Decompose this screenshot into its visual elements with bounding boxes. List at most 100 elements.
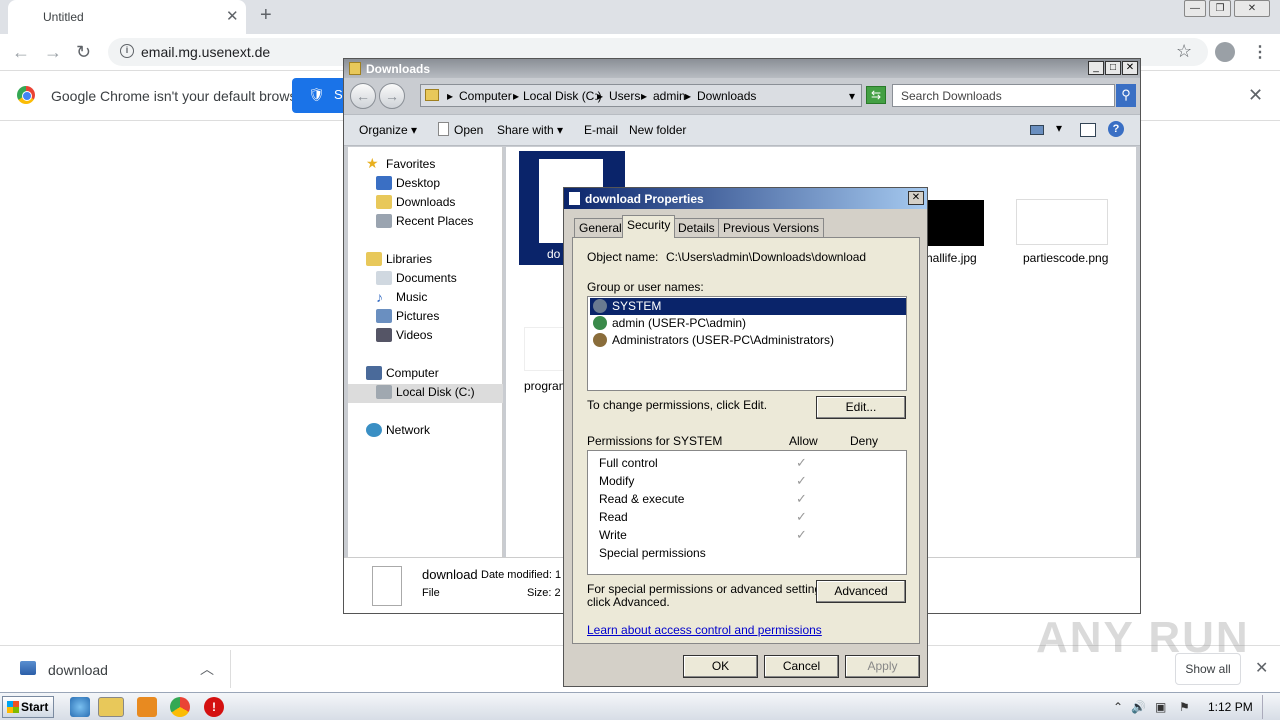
media-player-icon[interactable] xyxy=(137,697,157,717)
clock[interactable]: 1:12 PM xyxy=(1208,700,1253,714)
dialog-title: download Properties xyxy=(585,192,704,206)
breadcrumb-sep-icon[interactable]: ▸ xyxy=(597,89,603,103)
back-icon[interactable]: ← xyxy=(12,42,30,63)
nav-documents[interactable]: Documents xyxy=(396,271,457,285)
learn-more-link[interactable]: Learn about access control and permissio… xyxy=(587,623,822,637)
dialog-titlebar[interactable]: download Properties ✕ xyxy=(564,188,927,209)
bookmark-star-icon[interactable]: ☆ xyxy=(1176,41,1192,62)
profile-avatar-icon[interactable] xyxy=(1215,42,1235,62)
nav-videos[interactable]: Videos xyxy=(396,328,432,342)
explorer-icon[interactable] xyxy=(98,697,124,717)
breadcrumb-sep-icon[interactable]: ▸ xyxy=(513,89,519,103)
list-item[interactable]: Administrators (USER-PC\Administrators) xyxy=(590,332,906,349)
reload-icon[interactable]: ↻ xyxy=(76,42,91,63)
shield-icon: 🛡 xyxy=(308,87,325,102)
network-tray-icon[interactable]: ▣ xyxy=(1155,700,1166,714)
ok-button[interactable]: OK xyxy=(683,655,758,678)
url-text[interactable]: email.mg.usenext.de xyxy=(141,44,270,60)
new-tab-icon[interactable]: + xyxy=(260,4,272,27)
download-item-name[interactable]: download xyxy=(48,662,108,678)
security-app-icon[interactable]: ! xyxy=(204,697,224,717)
close-icon[interactable]: ✕ xyxy=(1122,61,1138,75)
list-item[interactable]: admin (USER-PC\admin) xyxy=(590,315,906,332)
explorer-titlebar[interactable]: Downloads _ □ ✕ xyxy=(344,59,1140,78)
back-icon[interactable]: ← xyxy=(350,83,376,109)
breadcrumb-users[interactable]: Users xyxy=(609,89,640,103)
tab-close-icon[interactable]: ✕ xyxy=(226,7,239,25)
close-window-icon[interactable]: ✕ xyxy=(1234,0,1270,17)
organize-button[interactable]: Organize ▾ xyxy=(359,123,417,137)
search-icon[interactable]: ⚲ xyxy=(1116,84,1136,107)
infobar-close-icon[interactable]: ✕ xyxy=(1248,85,1263,106)
new-folder-button[interactable]: New folder xyxy=(629,123,686,137)
refresh-icon[interactable]: ⇆ xyxy=(866,86,886,104)
close-icon[interactable]: ✕ xyxy=(908,191,924,205)
image-thumbnail[interactable] xyxy=(1016,199,1108,245)
chrome-menu-icon[interactable]: ⋮ xyxy=(1252,42,1268,62)
chrome-icon[interactable] xyxy=(170,697,190,717)
ie-icon[interactable] xyxy=(70,697,90,717)
nav-downloads[interactable]: Downloads xyxy=(396,195,455,209)
nav-favorites[interactable]: Favorites xyxy=(386,157,435,171)
browser-tab[interactable]: Untitled ✕ xyxy=(8,0,246,34)
share-with-button[interactable]: Share with ▾ xyxy=(497,123,563,137)
volume-icon[interactable]: 🔊 xyxy=(1131,700,1146,714)
minimize-icon[interactable]: — xyxy=(1184,0,1206,17)
tab-security[interactable]: Security xyxy=(622,215,676,238)
list-item[interactable]: SYSTEM xyxy=(590,298,906,315)
restore-icon[interactable]: ❐ xyxy=(1209,0,1231,17)
flag-icon[interactable]: ⚑ xyxy=(1179,700,1190,714)
tab-previous-versions[interactable]: Previous Versions xyxy=(718,218,825,237)
infobar-message: Google Chrome isn't your default browser xyxy=(51,88,309,104)
help-icon[interactable]: ? xyxy=(1108,121,1124,137)
nav-music[interactable]: Music xyxy=(396,290,427,304)
address-bar[interactable]: ▸ Computer ▸ Local Disk (C:) ▸ Users ▸ a… xyxy=(420,84,862,107)
tab-general[interactable]: General xyxy=(574,218,627,237)
minimize-icon[interactable]: _ xyxy=(1088,61,1104,75)
apply-button[interactable]: Apply xyxy=(845,655,920,678)
breadcrumb-sep-icon[interactable]: ▸ xyxy=(447,89,453,103)
advanced-button[interactable]: Advanced xyxy=(816,580,906,603)
start-button[interactable]: Start xyxy=(2,696,54,718)
open-button[interactable]: Open xyxy=(454,123,483,137)
breadcrumb-sep-icon[interactable]: ▸ xyxy=(685,89,691,103)
breadcrumb-local-disk[interactable]: Local Disk (C:) xyxy=(523,89,602,103)
cancel-button[interactable]: Cancel xyxy=(764,655,839,678)
breadcrumb-downloads[interactable]: Downloads xyxy=(697,89,756,103)
nav-desktop[interactable]: Desktop xyxy=(396,176,440,190)
users-list[interactable]: SYSTEM admin (USER-PC\admin) Administrat… xyxy=(587,296,907,391)
nav-computer[interactable]: Computer xyxy=(386,366,439,380)
shelf-close-icon[interactable]: ✕ xyxy=(1255,658,1268,678)
breadcrumb-sep-icon[interactable]: ▸ xyxy=(641,89,647,103)
maximize-icon[interactable]: □ xyxy=(1105,61,1121,75)
file-label[interactable]: partiescode.png xyxy=(1023,251,1108,265)
nav-recent-places[interactable]: Recent Places xyxy=(396,214,473,228)
preview-pane-icon[interactable] xyxy=(1080,123,1096,137)
view-icon[interactable] xyxy=(1030,125,1044,135)
show-desktop-button[interactable] xyxy=(1262,695,1278,719)
file-icon[interactable] xyxy=(524,327,564,371)
nav-local-disk[interactable]: Local Disk (C:) xyxy=(396,385,475,399)
special-permissions-text: For special permissions or advanced sett… xyxy=(587,582,831,596)
email-button[interactable]: E-mail xyxy=(584,123,618,137)
edit-button[interactable]: Edit... xyxy=(816,396,906,419)
search-input[interactable]: Search Downloads xyxy=(892,84,1115,107)
breadcrumb-admin[interactable]: admin xyxy=(653,89,686,103)
forward-icon[interactable]: → xyxy=(379,83,405,109)
nav-libraries[interactable]: Libraries xyxy=(386,252,432,266)
breadcrumb-computer[interactable]: Computer xyxy=(459,89,512,103)
forward-icon[interactable]: → xyxy=(44,42,62,63)
file-label[interactable]: program xyxy=(524,379,569,393)
details-file-type: File xyxy=(422,587,440,599)
file-label[interactable]: hallife.jpg xyxy=(926,251,977,265)
info-icon[interactable]: i xyxy=(120,44,134,58)
view-dropdown-icon[interactable]: ▾ xyxy=(1056,121,1062,135)
tray-expand-icon[interactable]: ⌃ xyxy=(1113,700,1123,714)
pictures-icon xyxy=(376,309,392,323)
chevron-up-icon[interactable]: ︿ xyxy=(200,659,214,679)
address-dropdown-icon[interactable]: ▾ xyxy=(849,89,855,103)
image-thumbnail[interactable] xyxy=(926,200,984,246)
nav-pictures[interactable]: Pictures xyxy=(396,309,439,323)
tab-details[interactable]: Details xyxy=(673,218,720,237)
nav-network[interactable]: Network xyxy=(386,423,430,437)
